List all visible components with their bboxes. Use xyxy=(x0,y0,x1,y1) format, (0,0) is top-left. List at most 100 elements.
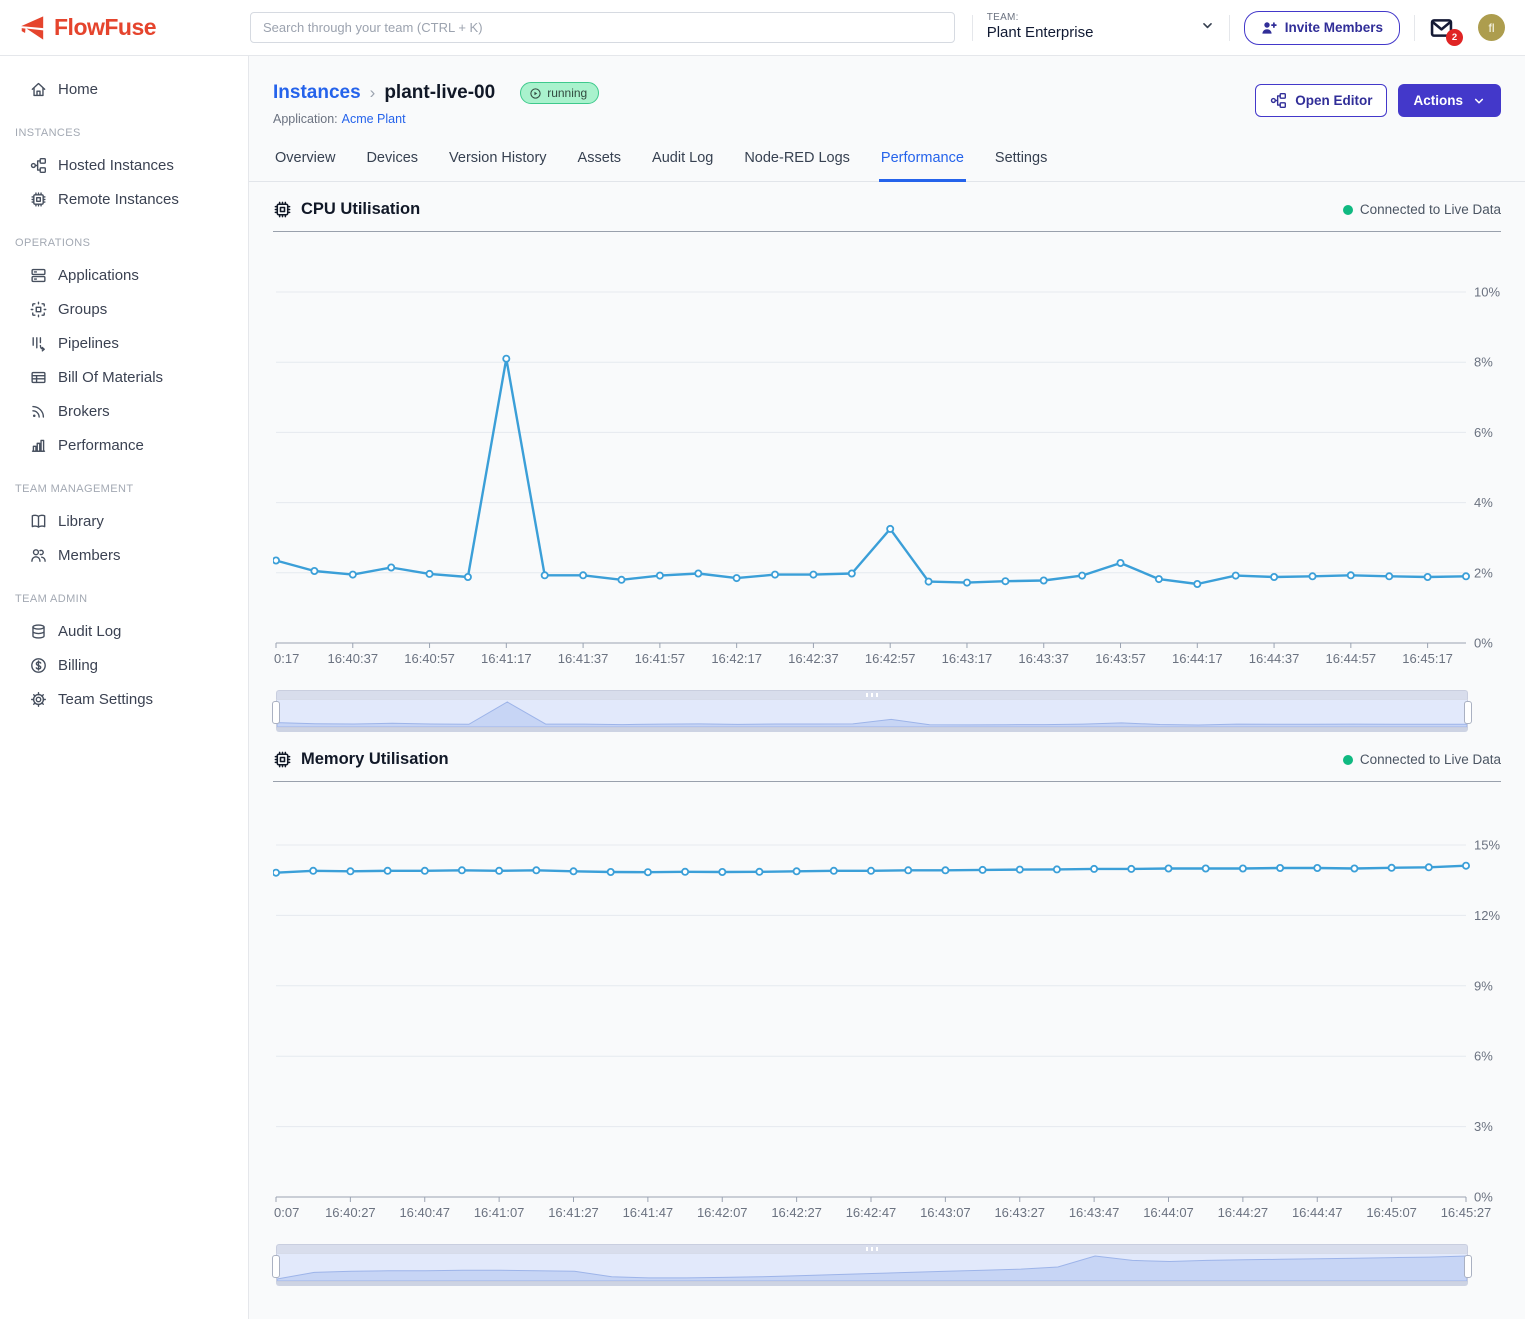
invite-members-button[interactable]: Invite Members xyxy=(1244,11,1400,45)
chevron-down-icon xyxy=(1200,18,1215,38)
tab-overview[interactable]: Overview xyxy=(273,144,337,182)
navigator-right-handle[interactable] xyxy=(1464,701,1472,724)
memory-chart-title: Memory Utilisation xyxy=(301,750,449,769)
members-icon xyxy=(30,547,47,564)
navigator-band[interactable] xyxy=(276,1253,1468,1282)
sidebar-item-groups[interactable]: Groups xyxy=(0,292,248,326)
sidebar-item-library[interactable]: Library xyxy=(0,504,248,538)
sidebar-item-applications[interactable]: Applications xyxy=(0,258,248,292)
navigator-left-handle[interactable] xyxy=(272,1255,280,1278)
svg-text:0:17: 0:17 xyxy=(274,651,299,666)
navigator-band[interactable] xyxy=(276,699,1468,728)
svg-text:6%: 6% xyxy=(1474,425,1493,440)
svg-text:6%: 6% xyxy=(1474,1049,1493,1064)
divider xyxy=(1414,15,1415,41)
navigator-track xyxy=(276,728,1468,732)
pipelines-icon xyxy=(30,335,47,352)
sidebar-item-members[interactable]: Members xyxy=(0,538,248,572)
svg-text:16:44:17: 16:44:17 xyxy=(1172,651,1223,666)
team-selector[interactable]: TEAM: Plant Enterprise xyxy=(987,12,1215,43)
cpu-range-navigator[interactable] xyxy=(276,690,1468,732)
svg-text:4%: 4% xyxy=(1474,495,1493,510)
svg-text:16:42:27: 16:42:27 xyxy=(771,1205,822,1220)
cpu-section-head: CPU Utilisation Connected to Live Data xyxy=(273,189,1501,232)
svg-text:16:43:47: 16:43:47 xyxy=(1069,1205,1120,1220)
open-editor-button[interactable]: Open Editor xyxy=(1255,84,1387,117)
sidebar-item-label: Remote Instances xyxy=(58,191,179,208)
navigator-track xyxy=(276,1282,1468,1286)
sidebar-item-label: Library xyxy=(58,513,104,530)
svg-text:15%: 15% xyxy=(1474,838,1500,853)
sidebar-section-header-team-admin: TEAM ADMIN xyxy=(0,572,248,614)
tab-audit-log[interactable]: Audit Log xyxy=(650,144,715,182)
cpu-chart: 0%2%4%6%8%10%0:1716:40:3716:40:5716:41:1… xyxy=(273,232,1501,672)
sidebar-item-performance[interactable]: Performance xyxy=(0,428,248,462)
svg-text:16:44:57: 16:44:57 xyxy=(1326,651,1377,666)
open-editor-label: Open Editor xyxy=(1295,93,1372,108)
tab-performance[interactable]: Performance xyxy=(879,144,966,182)
divider xyxy=(1229,15,1230,41)
topbar: FlowFuse TEAM: Plant Enterprise Invite M… xyxy=(0,0,1525,56)
svg-text:0%: 0% xyxy=(1474,636,1493,651)
cpu-section: CPU Utilisation Connected to Live Data 0… xyxy=(273,189,1501,732)
sidebar-item-audit-log[interactable]: Audit Log xyxy=(0,614,248,648)
svg-text:16:41:17: 16:41:17 xyxy=(481,651,532,666)
brokers-icon xyxy=(30,403,47,420)
search-input[interactable] xyxy=(250,12,955,43)
team-name: Plant Enterprise xyxy=(987,24,1094,43)
avatar[interactable]: fl xyxy=(1478,14,1505,41)
tab-version-history[interactable]: Version History xyxy=(447,144,549,182)
live-status-label: Connected to Live Data xyxy=(1360,752,1501,767)
sidebar-item-home[interactable]: Home xyxy=(0,72,248,106)
hosted-instances-icon xyxy=(30,157,47,174)
svg-text:16:43:37: 16:43:37 xyxy=(1018,651,1069,666)
home-icon xyxy=(30,81,47,98)
sidebar-item-pipelines[interactable]: Pipelines xyxy=(0,326,248,360)
svg-text:16:44:07: 16:44:07 xyxy=(1143,1205,1194,1220)
svg-text:16:43:17: 16:43:17 xyxy=(942,651,993,666)
sidebar-item-label: Hosted Instances xyxy=(58,157,174,174)
sidebar-item-label: Bill Of Materials xyxy=(58,369,163,386)
sidebar-item-billing[interactable]: Billing xyxy=(0,648,248,682)
navigator-left-handle[interactable] xyxy=(272,701,280,724)
sidebar-item-team-settings[interactable]: Team Settings xyxy=(0,682,248,716)
sidebar-item-label: Billing xyxy=(58,657,98,674)
tab-assets[interactable]: Assets xyxy=(576,144,624,182)
memory-range-navigator[interactable] xyxy=(276,1244,1468,1286)
svg-text:12%: 12% xyxy=(1474,908,1500,923)
navigator-right-handle[interactable] xyxy=(1464,1255,1472,1278)
actions-label: Actions xyxy=(1413,93,1463,108)
svg-text:16:45:17: 16:45:17 xyxy=(1402,651,1453,666)
tab-node-red-logs[interactable]: Node-RED Logs xyxy=(742,144,852,182)
svg-text:16:40:27: 16:40:27 xyxy=(325,1205,376,1220)
user-plus-icon xyxy=(1261,20,1277,36)
sidebar-item-bill-of-materials[interactable]: Bill Of Materials xyxy=(0,360,248,394)
flowfuse-logo[interactable]: FlowFuse xyxy=(18,14,250,42)
tab-devices[interactable]: Devices xyxy=(364,144,420,182)
notifications-button[interactable]: 2 xyxy=(1429,16,1454,40)
flowfuse-logo-text: FlowFuse xyxy=(54,14,156,41)
groups-icon xyxy=(30,301,47,318)
svg-text:16:41:37: 16:41:37 xyxy=(558,651,609,666)
status-badge-label: running xyxy=(547,86,587,100)
svg-text:9%: 9% xyxy=(1474,978,1493,993)
cpu-chart-title: CPU Utilisation xyxy=(301,200,420,219)
svg-text:0:07: 0:07 xyxy=(274,1205,299,1220)
svg-text:16:42:17: 16:42:17 xyxy=(711,651,762,666)
tab-bar: Overview Devices Version History Assets Audi… xyxy=(249,144,1525,182)
breadcrumb-instances-link[interactable]: Instances xyxy=(273,82,361,104)
actions-button[interactable]: Actions xyxy=(1398,84,1501,117)
svg-text:16:45:27: 16:45:27 xyxy=(1441,1205,1492,1220)
sidebar-item-hosted-instances[interactable]: Hosted Instances xyxy=(0,148,248,182)
sidebar-item-remote-instances[interactable]: Remote Instances xyxy=(0,182,248,216)
sidebar-item-brokers[interactable]: Brokers xyxy=(0,394,248,428)
svg-text:16:43:57: 16:43:57 xyxy=(1095,651,1146,666)
svg-text:16:41:07: 16:41:07 xyxy=(474,1205,525,1220)
svg-text:16:44:37: 16:44:37 xyxy=(1249,651,1300,666)
header-actions: Open Editor Actions xyxy=(1255,84,1501,117)
application-link[interactable]: Acme Plant xyxy=(342,112,406,126)
tab-settings[interactable]: Settings xyxy=(993,144,1049,182)
team-label: TEAM: xyxy=(987,12,1094,25)
memory-live-status: Connected to Live Data xyxy=(1343,752,1501,767)
sidebar-section-header-instances: INSTANCES xyxy=(0,106,248,148)
